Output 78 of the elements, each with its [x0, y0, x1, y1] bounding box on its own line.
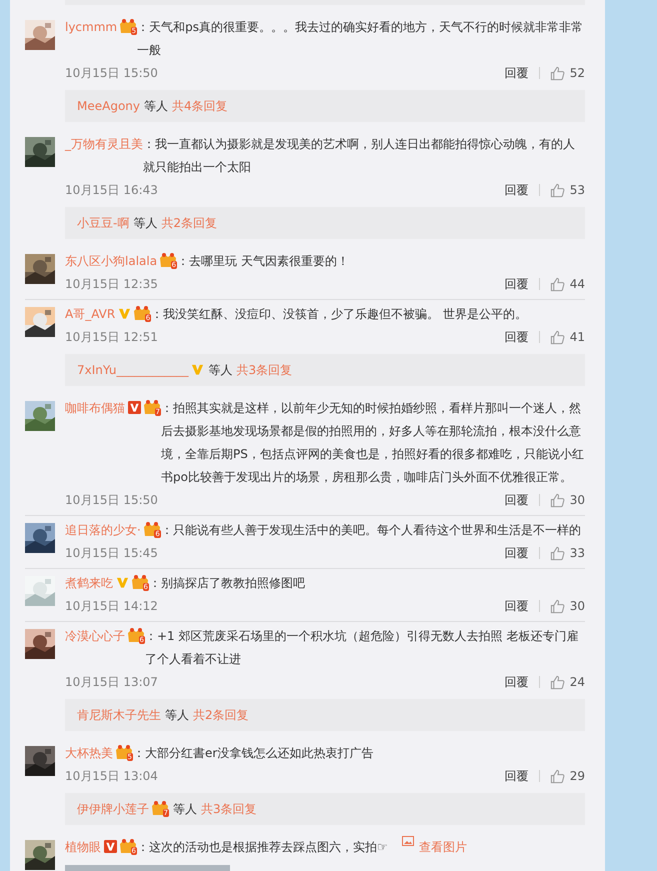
reply-count-link[interactable]: 共4条回复 [172, 99, 228, 113]
reply-link[interactable]: 回覆 [504, 492, 529, 508]
thumbs-up-icon[interactable] [550, 66, 565, 80]
reply-link[interactable]: 回覆 [504, 544, 529, 562]
timestamp: 10月15日 13:04 [65, 768, 158, 784]
reply-summary: 等人 [173, 802, 197, 816]
username[interactable]: 植物眼 [65, 840, 101, 854]
reply-link[interactable]: 回覆 [504, 768, 529, 784]
like-count: 52 [570, 66, 585, 80]
username[interactable]: lycmmm [65, 20, 118, 34]
thumbs-up-icon[interactable] [550, 182, 565, 198]
comment-text: ：天气和ps真的很重要。。。我去过的确实好看的地方，天气不行的时候就非常非常一般 [137, 19, 584, 59]
verified-icon [116, 576, 129, 589]
thumbs-up-icon[interactable] [550, 330, 565, 344]
like-count: 24 [570, 675, 585, 689]
verified-icon [118, 307, 132, 320]
like-count: 29 [570, 769, 585, 783]
reply-link[interactable]: 回覆 [504, 598, 529, 614]
verified-icon [191, 363, 204, 376]
like-count: 33 [570, 546, 585, 560]
like-count: 53 [570, 183, 585, 197]
username[interactable]: 肯尼斯木子先生 [77, 708, 161, 722]
reply-count-link[interactable]: 共2条回复 [161, 216, 217, 230]
comment-text: ：别搞探店了教教拍照修图吧 [149, 575, 305, 592]
timestamp: 10月15日 13:07 [65, 674, 158, 690]
comment-text: ：我一直都认为摄影就是发现美的艺术啊，别人连日出都能拍得惊心动魄，有的人就只能拍出一个太阳 [143, 136, 576, 176]
reply-link[interactable]: 回覆 [504, 674, 529, 690]
timestamp: 10月15日 16:43 [65, 182, 158, 198]
like-count: 30 [570, 599, 585, 613]
username[interactable]: 煮鹤来吃 [65, 576, 113, 590]
comment-text: ：我没笑红酥、没痘印、没筷首，少了乐趣但不被骗。 世界是公平的。 [151, 306, 528, 323]
timestamp: 10月15日 15:50 [65, 64, 158, 82]
username[interactable]: 东八区小狗lalala [65, 254, 158, 268]
username[interactable]: A哥_AVR [65, 307, 116, 321]
comment-text: ：拍照其实就是这样，以前年少无知的时候拍婚纱照，看样片那叫一个迷人，然后去摄影基地发现场景都是假的拍照用的，好多人等在那轮流拍，根本没什么意境，全靠后期PS，包括点评网的美食也是，拍照好看的很多都难吃，只能说小红书po比较善于发现出片的场景，房租那么贵，咖啡店门头外面不优雅很正常。 [161, 400, 585, 486]
username[interactable]: 冷漠心心子 [65, 629, 125, 643]
comment-text: ：+1 郊区荒废采石场里的一个积水坑（超危险）引得无数人去拍照 老板还专门雇了个人看着不让进 [145, 628, 580, 668]
timestamp: 10月15日 15:50 [65, 492, 158, 508]
username[interactable]: 伊伊牌小莲子 [77, 802, 149, 816]
timestamp: 10月15日 12:35 [65, 276, 158, 292]
username[interactable]: 大杯热美 [65, 746, 113, 760]
reply-link[interactable]: 回覆 [504, 64, 529, 82]
member-icon [104, 840, 117, 853]
reply-summary: 等人 [133, 216, 158, 230]
like-count: 44 [570, 277, 585, 291]
timestamp: 10月15日 14:12 [65, 598, 158, 614]
view-image-link[interactable]: 查看图片 [418, 836, 467, 859]
reply-count-link[interactable]: 共2条回复 [193, 708, 249, 722]
image-icon[interactable] [402, 836, 414, 846]
thumbs-up-icon[interactable] [550, 674, 565, 690]
thumbs-up-icon[interactable] [550, 276, 565, 292]
username[interactable]: MeeAgony [77, 99, 140, 113]
reply-count-link[interactable]: 共3条回复 [236, 363, 292, 377]
like-count: 41 [570, 330, 585, 344]
username[interactable]: 咖啡布偶猫 [65, 401, 125, 415]
username[interactable]: 7xInYu____________ [77, 363, 188, 377]
timestamp: 10月15日 12:51 [65, 328, 158, 346]
thumbs-up-icon[interactable] [550, 768, 565, 784]
username[interactable]: 小豆豆-啊 [77, 216, 130, 230]
comment-text: ：只能说有些人善于发现生活中的美吧。每个人看待这个世界和生活是不一样的 [160, 522, 581, 539]
reply-count-link[interactable]: 共3条回复 [201, 802, 257, 816]
reply-link[interactable]: 回覆 [504, 276, 529, 292]
reply-summary: 等人 [208, 363, 232, 377]
reply-summary: 等人 [165, 708, 189, 722]
reply-link[interactable]: 回覆 [504, 182, 529, 198]
member-icon [128, 401, 141, 414]
comment-text: ：去哪里玩 天气因素很重要的！ [177, 253, 349, 270]
thumbs-up-icon[interactable] [550, 598, 565, 614]
reply-link[interactable]: 回覆 [504, 328, 529, 346]
comment-text: ：大部分红書er没拿钱怎么还如此热衷打广告 [133, 745, 374, 762]
timestamp: 10月15日 15:45 [65, 544, 158, 562]
thumbs-up-icon[interactable] [550, 546, 565, 560]
username[interactable]: 追日落的少女· [65, 523, 141, 537]
reply-summary: 等人 [144, 99, 168, 113]
username[interactable]: _万物有灵且美 [65, 137, 143, 151]
like-count: 30 [570, 493, 585, 507]
comment-text: ：这次的活动也是根据推荐去踩点图六，实拍☞ [137, 839, 388, 856]
thumbs-up-icon[interactable] [550, 492, 565, 508]
